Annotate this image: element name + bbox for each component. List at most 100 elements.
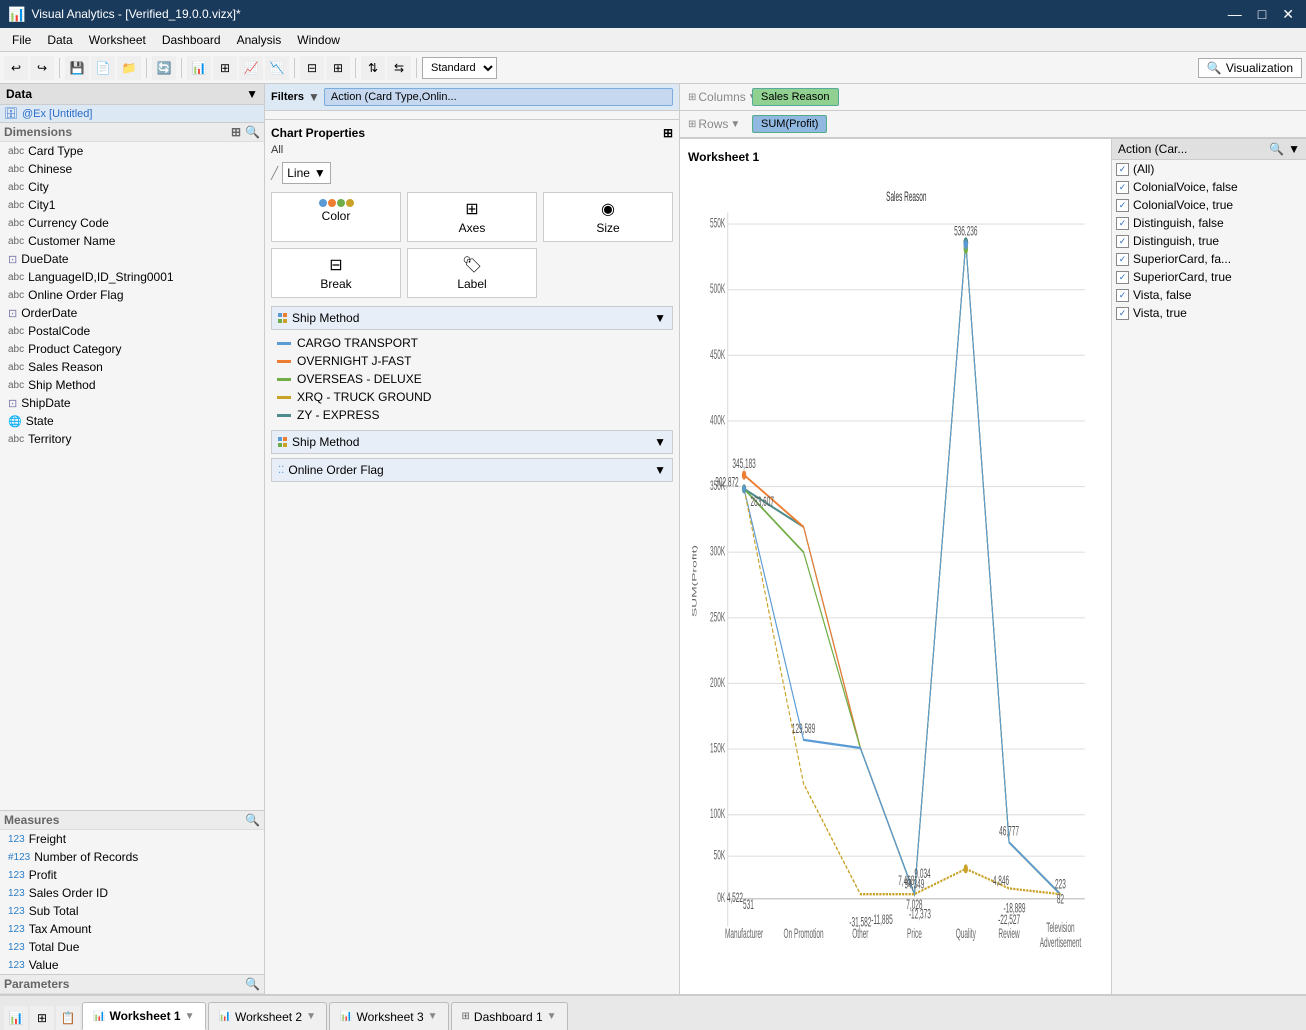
tab-dashboard-1[interactable]: ⊞ Dashboard 1 ▼: [451, 1002, 568, 1030]
tab-worksheet-3[interactable]: 📊 Worksheet 3 ▼: [329, 1002, 449, 1030]
measure-total-due[interactable]: 123 Total Due: [0, 938, 264, 956]
standard-dropdown[interactable]: Standard: [422, 57, 497, 79]
right-panel-search-icon[interactable]: 🔍: [1269, 142, 1284, 156]
search-icon[interactable]: 🔍: [245, 125, 260, 139]
dim-duedate[interactable]: ⊡ DueDate: [0, 250, 264, 268]
checkbox-dist-true[interactable]: [1116, 235, 1129, 248]
measure-profit[interactable]: 123 Profit: [0, 866, 264, 884]
rp-item-cv-false[interactable]: ColonialVoice, false: [1112, 178, 1306, 196]
label-button[interactable]: 🏷 Label: [407, 248, 537, 298]
chart3-button[interactable]: 📉: [265, 56, 289, 80]
new-sheet-icon-btn[interactable]: 📊: [4, 1006, 28, 1030]
measure-num-records[interactable]: #123 Number of Records: [0, 848, 264, 866]
datasource-name[interactable]: @Ex [Untitled]: [22, 108, 92, 120]
dim-state[interactable]: 🌐 State: [0, 412, 264, 430]
dim-currency-code[interactable]: abc Currency Code: [0, 214, 264, 232]
menu-data[interactable]: Data: [39, 31, 80, 49]
layout-btn1[interactable]: ⊟: [300, 56, 324, 80]
rp-item-dist-true[interactable]: Distinguish, true: [1112, 232, 1306, 250]
break-button[interactable]: ⊟ Break: [271, 248, 401, 298]
new-story-icon-btn[interactable]: 📋: [56, 1006, 80, 1030]
dim-territory[interactable]: abc Territory: [0, 430, 264, 448]
menu-worksheet[interactable]: Worksheet: [81, 31, 154, 49]
rp-item-dist-false[interactable]: Distinguish, false: [1112, 214, 1306, 232]
dim-card-type[interactable]: abc Card Type: [0, 142, 264, 160]
online-order-detail-arrow[interactable]: ▼: [654, 463, 666, 477]
checkbox-cv-false[interactable]: [1116, 181, 1129, 194]
filters-dropdown-arrow[interactable]: ▼: [308, 90, 320, 104]
ship-method-legend-header[interactable]: Ship Method ▼: [271, 306, 673, 330]
axes-button[interactable]: ⊞ Axes: [407, 192, 537, 242]
redo-button[interactable]: ↪: [30, 56, 54, 80]
chart-type-button[interactable]: 📊: [187, 56, 211, 80]
tab-worksheet-2[interactable]: 📊 Worksheet 2 ▼: [208, 1002, 328, 1030]
right-panel-dropdown-arrow[interactable]: ▼: [1288, 142, 1300, 156]
rp-item-cv-true[interactable]: ColonialVoice, true: [1112, 196, 1306, 214]
checkbox-sc-true[interactable]: [1116, 271, 1129, 284]
menu-window[interactable]: Window: [289, 31, 348, 49]
dim-chinese[interactable]: abc Chinese: [0, 160, 264, 178]
rp-item-all[interactable]: (All): [1112, 160, 1306, 178]
checkbox-cv-true[interactable]: [1116, 199, 1129, 212]
color-button[interactable]: Color: [271, 192, 401, 242]
chart2-button[interactable]: 📈: [239, 56, 263, 80]
dim-city[interactable]: abc City: [0, 178, 264, 196]
measure-sales-order-id[interactable]: 123 Sales Order ID: [0, 884, 264, 902]
rows-dropdown-arrow[interactable]: ▼: [730, 119, 740, 130]
save-button[interactable]: 💾: [65, 56, 89, 80]
measures-search-icon[interactable]: 🔍: [245, 813, 260, 827]
rp-item-sc-false[interactable]: SuperiorCard, fa...: [1112, 250, 1306, 268]
checkbox-dist-false[interactable]: [1116, 217, 1129, 230]
rp-item-vista-true[interactable]: Vista, true: [1112, 304, 1306, 322]
dim-orderdate[interactable]: ⊡ OrderDate: [0, 304, 264, 322]
measure-value[interactable]: 123 Value: [0, 956, 264, 974]
measure-tax-amount[interactable]: 123 Tax Amount: [0, 920, 264, 938]
maximize-button[interactable]: □: [1254, 6, 1270, 23]
params-search-icon[interactable]: 🔍: [245, 977, 260, 991]
ship-method-legend-dropdown[interactable]: ▼: [654, 311, 666, 325]
rp-item-vista-false[interactable]: Vista, false: [1112, 286, 1306, 304]
measure-sub-total[interactable]: 123 Sub Total: [0, 902, 264, 920]
visualization-button[interactable]: 🔍 Visualization: [1198, 58, 1302, 78]
dim-shipdate[interactable]: ⊡ ShipDate: [0, 394, 264, 412]
layout-btn2[interactable]: ⊞: [326, 56, 350, 80]
mark-type-select[interactable]: Line ▼: [282, 162, 331, 184]
minimize-button[interactable]: —: [1224, 6, 1246, 23]
new-dashboard-icon-btn[interactable]: ⊞: [30, 1006, 54, 1030]
tab-ws1-arrow[interactable]: ▼: [185, 1011, 195, 1022]
datasource-row[interactable]: 🗄 @Ex [Untitled]: [0, 105, 264, 123]
filter-chip-action[interactable]: Action (Card Type,Onlin...: [324, 88, 673, 106]
ship-method-detail-arrow[interactable]: ▼: [654, 435, 666, 449]
undo-button[interactable]: ↩: [4, 56, 28, 80]
tab-ws2-arrow[interactable]: ▼: [306, 1011, 316, 1022]
dim-product-category[interactable]: abc Product Category: [0, 340, 264, 358]
table-button[interactable]: ⊞: [213, 56, 237, 80]
ship-method-detail-header[interactable]: Ship Method ▼: [271, 430, 673, 454]
sort-desc-button[interactable]: ⇆: [387, 56, 411, 80]
dim-sales-reason[interactable]: abc Sales Reason: [0, 358, 264, 376]
checkbox-vista-false[interactable]: [1116, 289, 1129, 302]
tab-worksheet-1[interactable]: 📊 Worksheet 1 ▼: [82, 1002, 206, 1030]
size-button[interactable]: ◉ Size: [543, 192, 673, 242]
checkbox-all[interactable]: [1116, 163, 1129, 176]
checkbox-vista-true[interactable]: [1116, 307, 1129, 320]
columns-pill[interactable]: Sales Reason: [752, 88, 839, 106]
dim-ship-method[interactable]: abc Ship Method: [0, 376, 264, 394]
dim-customer-name[interactable]: abc Customer Name: [0, 232, 264, 250]
chart-props-expand[interactable]: ⊞: [663, 126, 673, 140]
measure-freight[interactable]: 123 Freight: [0, 830, 264, 848]
new-button[interactable]: 📄: [91, 56, 115, 80]
checkbox-sc-false[interactable]: [1116, 253, 1129, 266]
data-panel-arrow[interactable]: ▼: [246, 87, 258, 101]
dim-postal-code[interactable]: abc PostalCode: [0, 322, 264, 340]
grid-icon[interactable]: ⊞: [231, 125, 241, 139]
rp-item-sc-true[interactable]: SuperiorCard, true: [1112, 268, 1306, 286]
rows-pill[interactable]: SUM(Profit): [752, 115, 827, 133]
refresh-button[interactable]: 🔄: [152, 56, 176, 80]
dim-lang-id[interactable]: abc LanguageID,ID_String0001: [0, 268, 264, 286]
menu-file[interactable]: File: [4, 31, 39, 49]
close-button[interactable]: ✕: [1278, 6, 1298, 23]
tab-ws3-arrow[interactable]: ▼: [428, 1011, 438, 1022]
tab-db1-arrow[interactable]: ▼: [547, 1011, 557, 1022]
menu-analysis[interactable]: Analysis: [229, 31, 290, 49]
